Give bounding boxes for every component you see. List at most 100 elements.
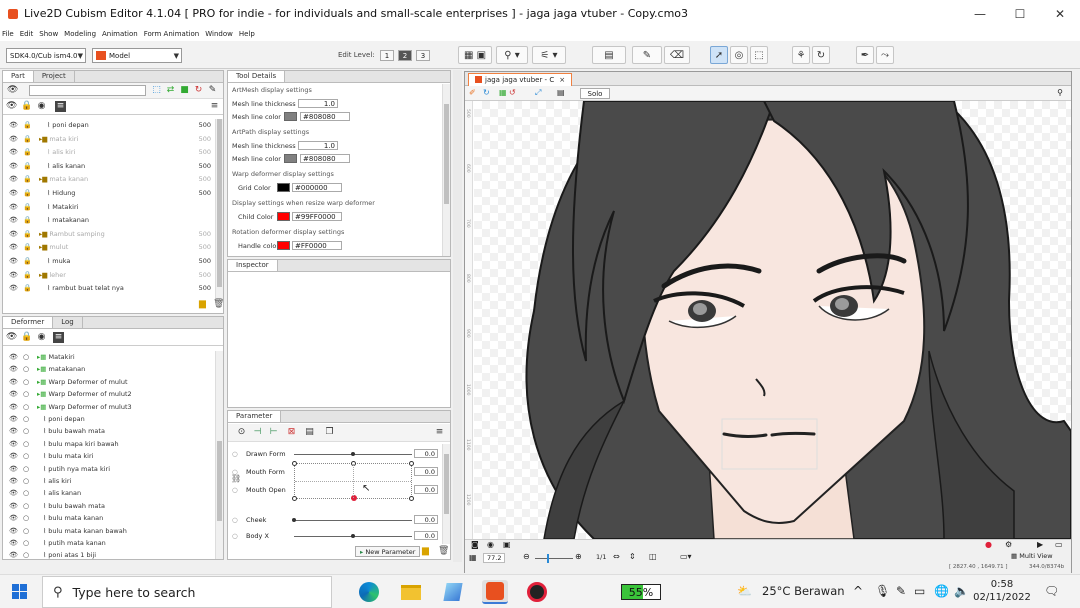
lock-column-icon[interactable]: 🔒 (21, 101, 32, 112)
color-swatch[interactable] (277, 212, 290, 221)
visibility-column-icon[interactable]: 👁 (6, 332, 17, 343)
transform-tool[interactable]: ⬚ (750, 46, 768, 64)
recorder-app-icon[interactable] (524, 580, 550, 604)
part-row[interactable]: 👁 🔒 ⌇ alis kiri 500 (3, 146, 211, 158)
color-hex-input[interactable]: #808080 (300, 112, 350, 121)
eye-icon[interactable]: 👁 (9, 121, 18, 129)
notification-icon[interactable]: 🗨 (1044, 584, 1059, 598)
color-hex-input[interactable]: #FF0000 (292, 241, 342, 250)
deformer-row[interactable]: 👁 ○ ⌇ poni atas 1 biji (3, 549, 211, 559)
circle-icon[interactable]: ○ (23, 465, 29, 473)
deformer-row[interactable]: 👁 ○ ⌇ poni depan (3, 413, 211, 425)
circle-icon[interactable]: ○ (23, 403, 29, 411)
multi-view-toggle[interactable]: ▦ Multi View (1011, 552, 1053, 560)
camera-icon[interactable]: ◙ (471, 540, 479, 549)
circle-icon[interactable]: ○ (23, 452, 29, 460)
part-row[interactable]: 👁 🔒 ⌇ alis kanan 500 (3, 160, 211, 172)
part-row[interactable]: 👁 🔒 ⌇ matakanan (3, 214, 211, 226)
live2d-taskbar-icon[interactable] (482, 580, 508, 604)
param-circle-icon[interactable]: ○ (232, 516, 238, 524)
eye-icon[interactable]: 👁 (9, 175, 18, 183)
eye-icon[interactable]: 👁 (9, 148, 18, 156)
play-icon[interactable]: ⊙ (236, 427, 247, 438)
parameter-scrollbar[interactable] (442, 444, 450, 544)
arrow-select-tool[interactable]: ➚ (710, 46, 728, 64)
key-icon[interactable]: ⊢ (268, 427, 279, 438)
color-swatch[interactable] (284, 154, 297, 163)
mode-select[interactable]: Model ▼ (92, 48, 182, 63)
param-circle-icon[interactable]: ○ (232, 532, 238, 540)
eye-icon[interactable]: 👁 (9, 353, 18, 361)
fit-width-icon[interactable]: ⇔ (613, 552, 620, 561)
color-hex-input[interactable]: #808080 (300, 154, 350, 163)
part-row[interactable]: 👁 🔒 ▸▆ mulut 500 (3, 241, 211, 253)
part-search-input[interactable] (29, 85, 146, 96)
grid-display-icon[interactable]: ▤ (557, 88, 565, 97)
pen-icon[interactable]: ✎ (207, 85, 218, 96)
deformer-tools[interactable]: ⚲ ▾ (496, 46, 528, 64)
tab-deformer[interactable]: Deformer (3, 317, 54, 328)
parameter-value[interactable]: 0.0 (414, 467, 438, 476)
eye-icon[interactable]: 👁 (9, 365, 18, 373)
file-explorer-icon[interactable] (398, 580, 424, 604)
weather-icon[interactable]: ⛅ (737, 584, 752, 598)
grid-icon[interactable]: ▦ (469, 553, 477, 562)
grid-icon[interactable]: ■ (179, 85, 190, 96)
add-key-icon[interactable]: ⊣ (252, 427, 263, 438)
part-row[interactable]: 👁 🔒 ⌇ poni depan 500 (3, 119, 211, 131)
zoom-value[interactable]: 77.2 (483, 553, 506, 563)
part-row[interactable]: 👁 🔒 ⌇ rambut buat telat nya 500 (3, 282, 211, 294)
menu-icon[interactable]: ≡ (209, 101, 220, 112)
battery-tray-icon[interactable]: ▭ (914, 584, 925, 598)
color-swatch[interactable] (284, 112, 297, 121)
stop-icon[interactable]: ▭ (1055, 540, 1063, 549)
lock-icon[interactable]: 🔒 (23, 216, 32, 224)
brush-icon[interactable]: ✐ (469, 88, 476, 97)
eye-icon[interactable]: 👁 (9, 284, 18, 292)
lock-icon[interactable]: 🔒 (23, 121, 32, 129)
zoom-slider[interactable] (535, 554, 573, 563)
deformer-row[interactable]: 👁 ○ ⌇ putih nya mata kiri (3, 463, 211, 475)
deformer-row[interactable]: 👁 ○ ⌇ putih mata kanan (3, 537, 211, 549)
lock-icon[interactable]: 🔒 (23, 162, 32, 170)
parameter-value[interactable]: 0.0 (414, 485, 438, 494)
copy-icon[interactable]: ❐ (324, 427, 335, 438)
taskbar-clock[interactable]: 0:58 02/11/2022 (972, 578, 1032, 604)
list-icon[interactable]: ≡ (55, 101, 66, 112)
menu-file[interactable]: File (2, 30, 14, 38)
circle-icon[interactable]: ○ (23, 539, 29, 547)
maximize-icon[interactable]: ☐ (1000, 0, 1040, 27)
edge-browser-icon[interactable] (356, 580, 382, 604)
part-row[interactable]: 👁 🔒 ▸▆ mata kiri 500 (3, 133, 211, 145)
eye-icon[interactable]: 👁 (9, 162, 18, 170)
parameter-value[interactable]: 0.0 (414, 449, 438, 458)
eye-icon[interactable]: 👁 (9, 203, 18, 211)
deformer-row[interactable]: 👁 ○ ▸▦ Warp Deformer of mulut2 (3, 388, 211, 400)
rotate-tool[interactable]: ↻ (812, 46, 830, 64)
deformer-row[interactable]: 👁 ○ ▸▦ Warp Deformer of mulut3 (3, 401, 211, 413)
tool-details-scrollbar[interactable] (442, 84, 450, 256)
tab-parameter[interactable]: Parameter (228, 411, 282, 422)
reset-icon[interactable]: ↺ (509, 88, 516, 97)
minimize-icon[interactable]: — (960, 0, 1000, 27)
link-params-icon[interactable]: ⛓ (231, 474, 241, 483)
mesh-edit-tools[interactable]: ▦ ▣ (458, 46, 492, 64)
edit-level-1[interactable]: 1 (380, 50, 394, 61)
lock-icon[interactable]: 🔒 (23, 230, 32, 238)
eye-icon[interactable]: 👁 (9, 135, 18, 143)
auto-tools[interactable]: ⚟ ▾ (532, 46, 566, 64)
lock-icon[interactable]: 🔒 (23, 284, 32, 292)
windows-start-icon[interactable] (12, 584, 28, 600)
eye-icon[interactable]: 👁 (9, 489, 18, 497)
lock-icon[interactable]: 🔒 (23, 271, 32, 279)
expand-icon[interactable]: ⬚ (151, 85, 162, 96)
eye-icon[interactable]: 👁 (9, 427, 18, 435)
deformer-row[interactable]: 👁 ○ ⌇ alis kanan (3, 487, 211, 499)
parameter-row[interactable]: ○ Body X 0.0 (228, 530, 440, 544)
circle-icon[interactable]: ○ (23, 527, 29, 535)
eye-icon[interactable]: 👁 (7, 85, 18, 96)
display-toggle-icon[interactable]: ▭▾ (680, 552, 692, 561)
circle-icon[interactable]: ○ (23, 415, 29, 423)
lock-icon[interactable]: 🔒 (23, 243, 32, 251)
lock-icon[interactable]: 🔒 (23, 135, 32, 143)
